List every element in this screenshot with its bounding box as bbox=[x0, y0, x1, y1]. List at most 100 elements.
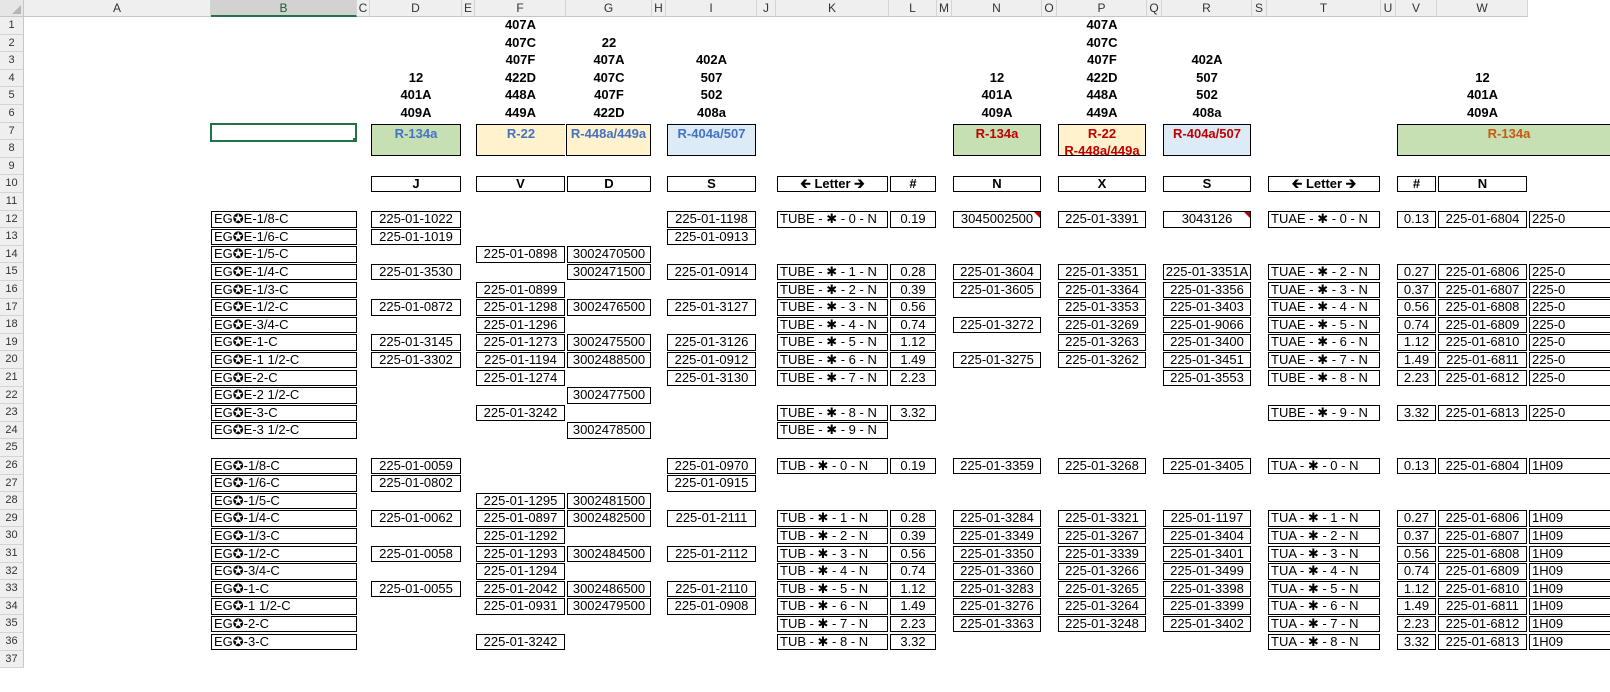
part-number[interactable]: 225-01-3356 bbox=[1163, 281, 1251, 299]
part-number[interactable]: 225-01-1274 bbox=[476, 369, 565, 387]
tube-code[interactable]: TUBE - ✱ - 1 - N bbox=[777, 263, 888, 281]
part-number[interactable]: 225-01-3248 bbox=[1058, 615, 1146, 633]
part-number[interactable]: 1H09 bbox=[1529, 563, 1610, 580]
row-header-37[interactable]: 37 bbox=[0, 650, 24, 669]
column-header-s[interactable]: S bbox=[1252, 0, 1267, 17]
part-number[interactable]: 225-01-3364 bbox=[1058, 281, 1146, 299]
tube-size[interactable]: 1.12 bbox=[890, 580, 936, 598]
tube-code[interactable]: TUB - ✱ - 1 - N bbox=[777, 510, 888, 527]
part-number[interactable]: 225-01-6806 bbox=[1438, 510, 1527, 527]
part-label[interactable]: EG✪-1/5-C bbox=[211, 492, 357, 510]
part-number[interactable]: 225-01-3605 bbox=[953, 281, 1041, 299]
tube-code[interactable]: TUB - ✱ - 8 - N bbox=[777, 633, 888, 651]
part-number[interactable]: 225-01-3451 bbox=[1163, 351, 1251, 369]
tube-code[interactable]: TUBE - ✱ - 8 - N bbox=[1268, 369, 1380, 387]
part-number[interactable]: 225-0 bbox=[1529, 334, 1610, 351]
part-number[interactable]: 225-01-3263 bbox=[1058, 334, 1146, 351]
tube-size[interactable]: 0.74 bbox=[1397, 316, 1436, 334]
row-header-9[interactable]: 9 bbox=[0, 157, 24, 176]
row-header-12[interactable]: 12 bbox=[0, 210, 24, 229]
tube-size[interactable]: 0.27 bbox=[1397, 510, 1436, 527]
part-number[interactable]: 225-01-3401 bbox=[1163, 545, 1251, 563]
part-number[interactable]: 225-01-3321 bbox=[1058, 510, 1146, 527]
part-number[interactable]: 225-0 bbox=[1529, 263, 1610, 281]
part-number[interactable]: 225-01-3242 bbox=[476, 404, 565, 422]
part-number[interactable]: 225-01-2112 bbox=[667, 545, 756, 563]
tube-size[interactable]: 1.49 bbox=[1397, 351, 1436, 369]
part-label[interactable]: EG✪E-2 1/2-C bbox=[211, 387, 357, 404]
part-label[interactable]: EG✪E-1/4-C bbox=[211, 263, 357, 281]
column-header-n[interactable]: N bbox=[952, 0, 1042, 17]
row-header-19[interactable]: 19 bbox=[0, 333, 24, 352]
part-number[interactable]: 225-01-1293 bbox=[476, 545, 565, 563]
row-header-2[interactable]: 2 bbox=[0, 34, 24, 53]
tube-size[interactable]: 1.12 bbox=[890, 334, 936, 351]
part-label[interactable]: EG✪-1 1/2-C bbox=[211, 598, 357, 615]
part-number[interactable]: 3043126 bbox=[1163, 211, 1251, 228]
tube-size[interactable]: 0.74 bbox=[890, 563, 936, 580]
column-header-k[interactable]: K bbox=[776, 0, 889, 17]
row-header-28[interactable]: 28 bbox=[0, 492, 24, 510]
tube-code[interactable]: TUAE - ✱ - 5 - N bbox=[1268, 316, 1380, 334]
part-number[interactable]: 225-01-0058 bbox=[371, 545, 461, 563]
tube-size[interactable]: 0.19 bbox=[890, 211, 936, 228]
part-number[interactable]: 225-01-6807 bbox=[1438, 527, 1527, 545]
part-label[interactable]: EG✪E-1/2-C bbox=[211, 299, 357, 316]
row-header-23[interactable]: 23 bbox=[0, 404, 24, 422]
row-header-5[interactable]: 5 bbox=[0, 87, 24, 105]
part-number[interactable]: 225-01-0059 bbox=[371, 457, 461, 475]
tube-code[interactable]: TUAE - ✱ - 0 - N bbox=[1268, 211, 1380, 228]
part-number[interactable]: 225-01-1022 bbox=[371, 211, 461, 228]
tube-code[interactable]: TUA - ✱ - 4 - N bbox=[1268, 563, 1380, 580]
tube-size[interactable]: 1.49 bbox=[890, 598, 936, 615]
tube-code[interactable]: TUA - ✱ - 3 - N bbox=[1268, 545, 1380, 563]
tube-size[interactable]: 1.12 bbox=[1397, 580, 1436, 598]
part-number[interactable]: 225-01-3276 bbox=[953, 598, 1041, 615]
part-number[interactable]: 225-01-6809 bbox=[1438, 563, 1527, 580]
row-header-11[interactable]: 11 bbox=[0, 193, 24, 211]
part-number[interactable]: 225-01-3275 bbox=[953, 351, 1041, 369]
part-number[interactable]: 3002476500 bbox=[567, 299, 651, 316]
part-number[interactable]: 225-01-6811 bbox=[1438, 598, 1527, 615]
tube-code[interactable]: TUB - ✱ - 7 - N bbox=[777, 615, 888, 633]
part-number[interactable]: 225-01-6808 bbox=[1438, 545, 1527, 563]
tube-code[interactable]: TUBE - ✱ - 8 - N bbox=[777, 404, 888, 422]
tube-code[interactable]: TUBE - ✱ - 0 - N bbox=[777, 211, 888, 228]
part-number[interactable]: 225-0 bbox=[1529, 369, 1610, 387]
row-header-18[interactable]: 18 bbox=[0, 316, 24, 334]
part-number[interactable]: 225-01-3404 bbox=[1163, 527, 1251, 545]
part-number[interactable]: 225-01-0062 bbox=[371, 510, 461, 527]
tube-code[interactable]: TUBE - ✱ - 9 - N bbox=[1268, 404, 1380, 422]
part-number[interactable]: 225-01-3363 bbox=[953, 615, 1041, 633]
row-header-35[interactable]: 35 bbox=[0, 615, 24, 633]
part-label[interactable]: EG✪E-1/5-C bbox=[211, 246, 357, 263]
part-label[interactable]: EG✪E-1-C bbox=[211, 334, 357, 351]
part-number[interactable]: 225-01-6812 bbox=[1438, 615, 1527, 633]
tube-code[interactable]: TUBE - ✱ - 5 - N bbox=[777, 334, 888, 351]
column-header-d[interactable]: D bbox=[370, 0, 462, 17]
part-number[interactable]: 225-01-3351A bbox=[1163, 263, 1251, 281]
row-header-6[interactable]: 6 bbox=[0, 105, 24, 123]
row-header-3[interactable]: 3 bbox=[0, 52, 24, 70]
part-number[interactable]: 3002478500 bbox=[567, 422, 651, 439]
part-number[interactable]: 225-01-3267 bbox=[1058, 527, 1146, 545]
tube-size[interactable]: 0.39 bbox=[890, 527, 936, 545]
part-number[interactable]: 3002470500 bbox=[567, 246, 651, 263]
row-header-36[interactable]: 36 bbox=[0, 633, 24, 651]
part-label[interactable]: EG✪-1-C bbox=[211, 580, 357, 598]
tube-size[interactable]: 0.74 bbox=[890, 316, 936, 334]
part-number[interactable]: 225-01-3349 bbox=[953, 527, 1041, 545]
tube-size[interactable]: 0.56 bbox=[890, 299, 936, 316]
tube-size[interactable]: 0.39 bbox=[890, 281, 936, 299]
tube-size[interactable]: 3.32 bbox=[1397, 633, 1436, 651]
part-number[interactable]: 225-01-0914 bbox=[667, 263, 756, 281]
row-header-16[interactable]: 16 bbox=[0, 281, 24, 299]
part-number[interactable]: 225-01-3284 bbox=[953, 510, 1041, 527]
row-header-32[interactable]: 32 bbox=[0, 562, 24, 581]
tube-code[interactable]: TUAE - ✱ - 4 - N bbox=[1268, 299, 1380, 316]
row-header-17[interactable]: 17 bbox=[0, 298, 24, 317]
row-header-34[interactable]: 34 bbox=[0, 597, 24, 616]
column-header-i[interactable]: I bbox=[666, 0, 757, 17]
row-header-31[interactable]: 31 bbox=[0, 545, 24, 563]
part-number[interactable]: 225-01-3499 bbox=[1163, 563, 1251, 580]
